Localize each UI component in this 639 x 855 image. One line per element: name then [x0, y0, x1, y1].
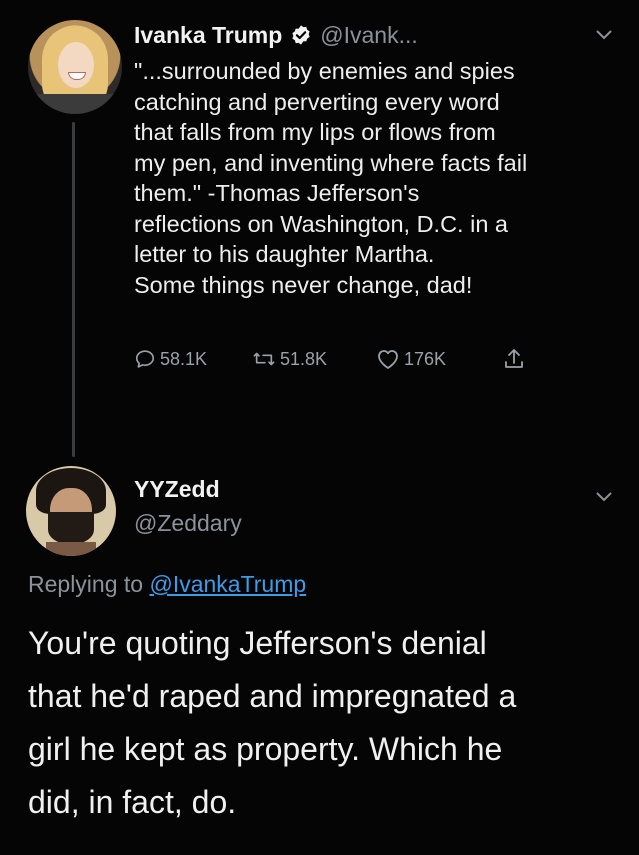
like-count: 176K — [404, 348, 447, 369]
retweet-icon — [252, 348, 276, 370]
tweet2-text-line: that he'd raped and impregnated a — [28, 678, 517, 714]
replying-to-line: Replying to @IvankaTrump — [28, 571, 306, 598]
tweet1-author-handle[interactable]: @Ivank... — [320, 22, 418, 49]
retweet-button[interactable]: 51.8K — [252, 348, 376, 370]
tweet2-text-line: girl he kept as property. Which he — [28, 731, 503, 767]
verified-badge-icon — [290, 24, 312, 46]
tweet2-author-handle[interactable]: @Zeddary — [134, 510, 242, 537]
like-button[interactable]: 176K — [376, 348, 502, 370]
tweet1-action-bar: 58.1K 51.8K 176K — [134, 344, 526, 374]
reply-icon — [134, 348, 156, 370]
reply-button[interactable]: 58.1K — [134, 348, 252, 370]
replying-to-mention-link[interactable]: @IvankaTrump — [149, 571, 306, 597]
reply-count: 58.1K — [160, 348, 208, 369]
tweet2-text: You're quoting Jefferson's denial that h… — [28, 617, 618, 829]
retweet-count: 51.8K — [280, 348, 328, 369]
twitter-thread: Ivanka Trump @Ivank... "...surrounded by… — [0, 0, 639, 855]
tweet2-author-name[interactable]: YYZedd — [134, 476, 220, 503]
share-icon — [502, 347, 526, 371]
tweet2-text-line: did, in fact, do. — [28, 784, 237, 820]
tweet2-text-line: You're quoting Jefferson's denial — [28, 625, 487, 661]
ivanka-avatar[interactable] — [28, 20, 122, 114]
thread-connector-line — [72, 122, 75, 457]
tweet2-chevron-down-icon[interactable] — [596, 492, 612, 502]
tweet1-author-name[interactable]: Ivanka Trump — [134, 22, 282, 49]
tweet1-text-line: reflections on Washington, D.C. in a — [134, 210, 509, 237]
tweet1-text-line: "...surrounded by enemies and spies — [134, 58, 515, 84]
tweet1-text-line: letter to his daughter Martha. — [134, 241, 435, 267]
tweet1-text-line: my pen, and inventing where facts fail — [134, 149, 528, 176]
heart-icon — [376, 348, 400, 370]
tweet1-text-line: them." -Thomas Jefferson's — [134, 180, 420, 206]
zedd-avatar[interactable] — [26, 466, 116, 556]
tweet1-header: Ivanka Trump @Ivank... — [134, 18, 418, 52]
tweet1-text-line: Some things never change, dad! — [134, 271, 473, 298]
share-button[interactable] — [502, 347, 526, 371]
tweet1-text: "...surrounded by enemies and spies catc… — [134, 56, 604, 300]
tweet1-text-line: catching and perverting every word — [134, 88, 500, 115]
tweet1-chevron-down-icon[interactable] — [596, 30, 612, 40]
replying-to-label: Replying to — [28, 571, 150, 597]
tweet1-text-line: that falls from my lips or flows from — [134, 119, 496, 145]
